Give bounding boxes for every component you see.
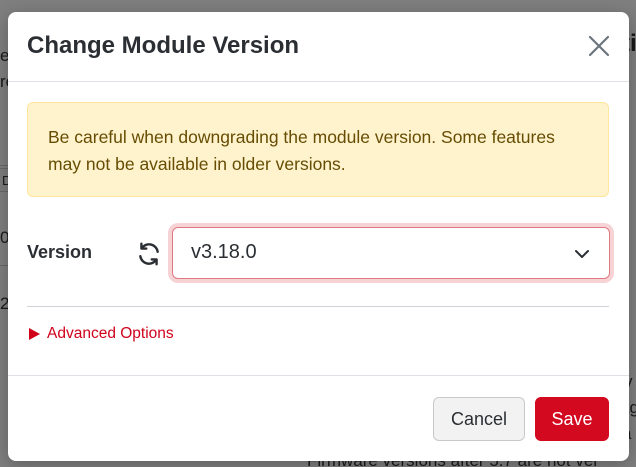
version-select-value: v3.18.0 (191, 241, 257, 263)
cancel-button[interactable]: Cancel (433, 397, 525, 441)
warning-alert: Be careful when downgrading the module v… (27, 102, 609, 197)
modal-footer: Cancel Save (8, 375, 629, 461)
refresh-icon (136, 241, 162, 267)
caret-right-icon (27, 327, 41, 341)
version-label: Version (27, 242, 93, 262)
modal-title: Change Module Version (27, 32, 300, 59)
advanced-options-label: Advanced Options (47, 325, 174, 342)
change-version-modal: Change Module Version Be careful when do… (8, 12, 629, 461)
warning-text: Be careful when downgrading the module v… (48, 127, 555, 174)
close-button[interactable] (586, 33, 612, 59)
version-select[interactable]: v3.18.0 (172, 227, 610, 279)
section-divider (27, 306, 609, 307)
close-icon (586, 33, 612, 59)
chevron-down-icon (573, 245, 591, 263)
refresh-versions-button[interactable] (136, 241, 162, 267)
modal-header: Change Module Version (8, 12, 629, 82)
save-button[interactable]: Save (535, 397, 609, 441)
advanced-options-toggle[interactable]: Advanced Options (27, 323, 174, 345)
